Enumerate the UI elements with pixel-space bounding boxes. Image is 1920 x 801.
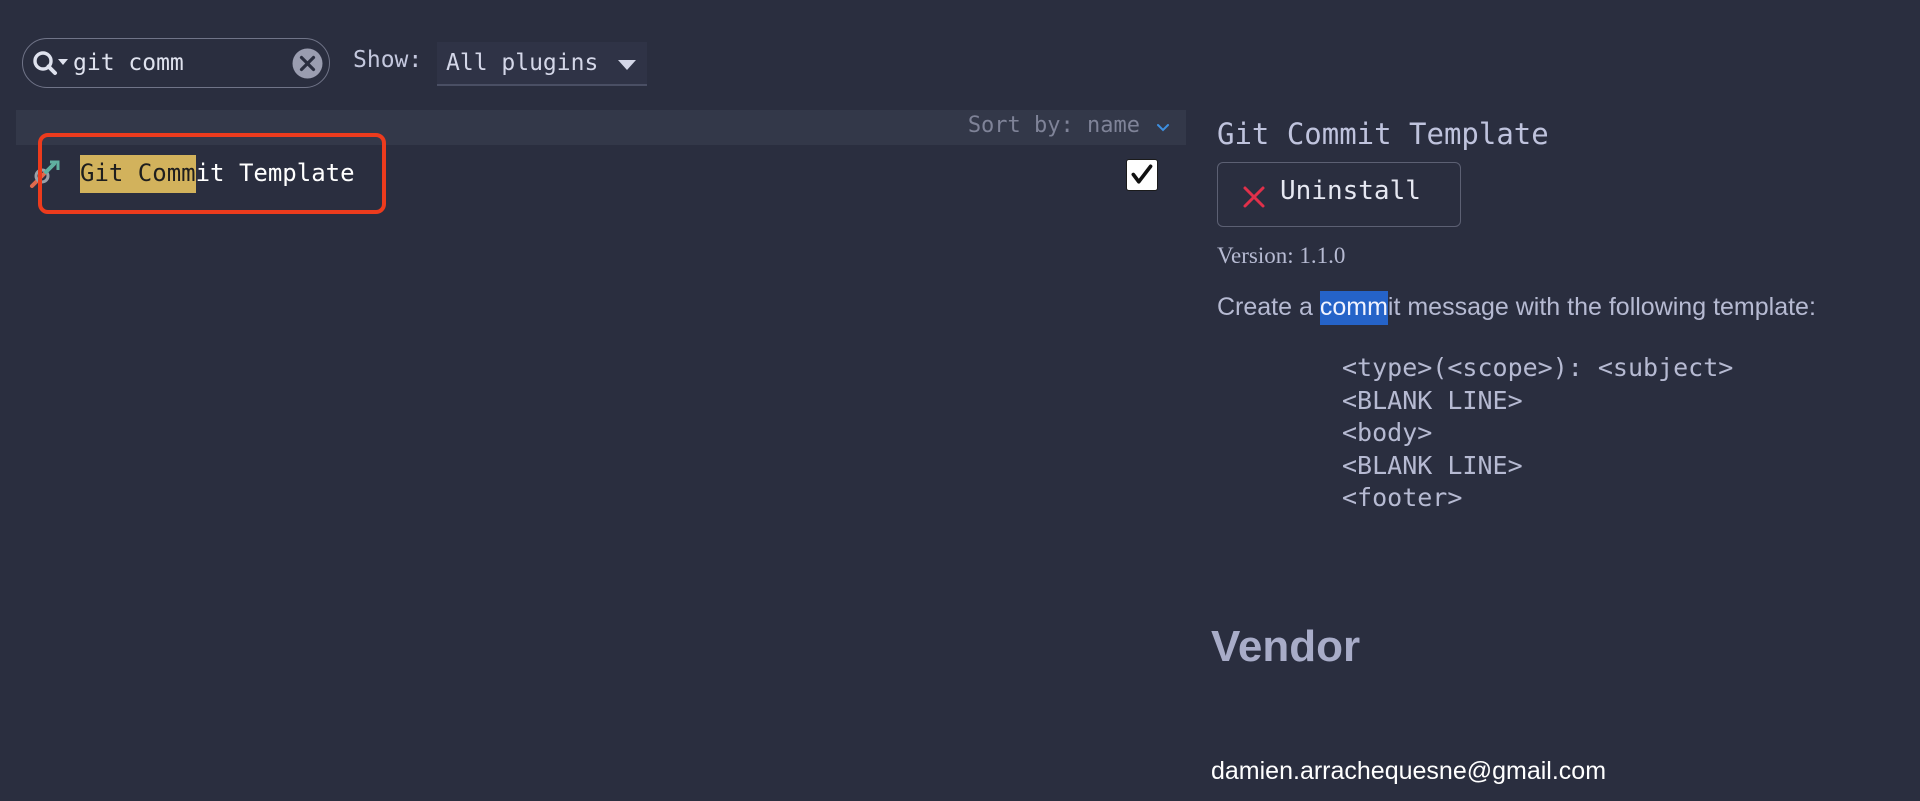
check-icon (1131, 164, 1153, 184)
show-filter-value: All plugins (446, 50, 599, 76)
template-line: <type>(<scope>): <subject> (1342, 353, 1734, 382)
close-icon (1243, 186, 1265, 208)
description-text-before: Create a (1217, 293, 1320, 321)
clear-icon[interactable] (292, 48, 323, 79)
commit-template-code: <type>(<scope>): <subject> <BLANK LINE> … (1342, 352, 1733, 515)
template-line: <body> (1342, 418, 1433, 447)
description-match-highlight: comm (1319, 291, 1388, 325)
chevron-down-icon[interactable] (1156, 123, 1170, 133)
vendor-heading: Vendor (1211, 622, 1361, 671)
selection-frame (38, 133, 386, 214)
search-input[interactable] (73, 46, 273, 80)
template-line: <BLANK LINE> (1342, 385, 1523, 415)
vendor-email: damien.arrachequesne@gmail.com (1211, 757, 1607, 785)
search-box[interactable] (22, 38, 330, 88)
template-line: <footer> (1342, 483, 1463, 512)
sort-by-button[interactable]: Sort by: name (968, 113, 1140, 138)
description-text-after: it message with the following template: (1387, 293, 1816, 321)
show-filter-dropdown[interactable]: All plugins (437, 42, 647, 86)
plugin-enabled-checkbox[interactable] (1126, 159, 1158, 191)
plugin-version: Version: 1.1.0 (1217, 243, 1346, 268)
template-line: <BLANK LINE> (1342, 450, 1523, 480)
show-filter-label: Show: (353, 47, 423, 73)
search-icon[interactable] (31, 49, 71, 79)
plugin-description: Create a commit message with the followi… (1217, 291, 1816, 325)
uninstall-button[interactable]: Uninstall (1217, 162, 1461, 227)
plugin-detail-title: Git Commit Template (1217, 117, 1549, 151)
uninstall-label: Uninstall (1280, 176, 1421, 206)
chevron-down-icon (618, 60, 636, 70)
